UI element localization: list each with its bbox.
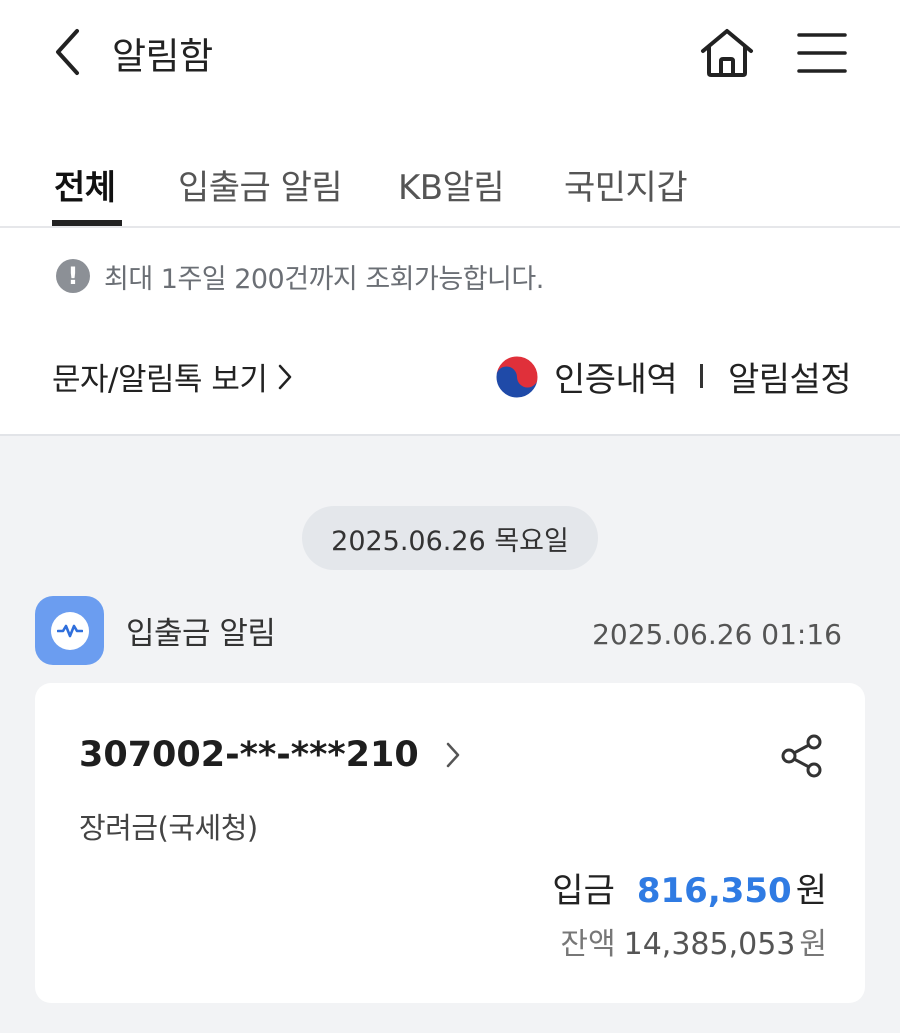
notice-text: 최대 1주일 200건까지 조회가능합니다. (104, 263, 544, 295)
deposit-unit: 원 (795, 871, 827, 911)
balance-unit: 원 (799, 927, 827, 962)
active-tab-indicator (52, 220, 122, 226)
back-button[interactable] (44, 24, 92, 80)
balance-label: 잔액 (560, 927, 616, 962)
balance-row: 잔액 14,385,053 원 (560, 919, 827, 963)
home-icon (701, 29, 753, 77)
account-number: 307002-**-***210 (79, 735, 419, 775)
notification-timestamp: 2025.06.26 01:16 (592, 618, 842, 651)
notification-card[interactable]: 307002-**-***210 장려금(국세청) 입금 816,350 원 잔… (35, 683, 865, 1003)
alert-settings-link[interactable]: 알림설정 (728, 352, 852, 401)
tab-kb-wallet[interactable]: 국민지갑 (564, 160, 688, 209)
link-divider (700, 364, 703, 388)
taegeuk-icon (495, 355, 539, 398)
account-link[interactable]: 307002-**-***210 (79, 735, 461, 775)
chevron-right-icon (445, 741, 461, 769)
home-button[interactable] (696, 24, 758, 82)
notification-source: 입출금 알림 (126, 616, 276, 652)
transaction-memo: 장려금(국세청) (79, 811, 258, 845)
menu-button[interactable] (794, 26, 850, 80)
tab-bar: 전체 입출금 알림 KB알림 국민지갑 (0, 150, 900, 228)
cert-history-label: 인증내역 (554, 360, 678, 400)
header-bar: 알림함 (0, 0, 900, 110)
balance-amount: 14,385,053 (623, 927, 796, 962)
deposit-row: 입금 816,350 원 (552, 863, 827, 912)
sms-view-label: 문자/알림톡 보기 (52, 362, 268, 398)
info-icon: ! (56, 259, 90, 293)
hamburger-menu-icon (797, 33, 847, 73)
sms-view-link[interactable]: 문자/알림톡 보기 (52, 354, 293, 399)
tab-kb-alerts[interactable]: KB알림 (398, 160, 505, 209)
share-button[interactable] (777, 731, 827, 781)
chevron-right-icon (277, 363, 293, 391)
share-icon (781, 734, 822, 778)
page-title: 알림함 (112, 35, 213, 78)
tab-deposit-withdrawal[interactable]: 입출금 알림 (178, 160, 343, 209)
date-header: 2025.06.26 목요일 (302, 506, 598, 570)
notice-row: ! 최대 1주일 200건까지 조회가능합니다. (56, 256, 544, 296)
deposit-amount: 816,350 (636, 871, 792, 911)
won-wave-icon (56, 624, 83, 637)
top-panel: 알림함 전체 입출금 알림 KB알림 국민지갑 ! 최대 1주일 200건까지 … (0, 0, 900, 436)
tab-all[interactable]: 전체 (54, 160, 116, 209)
cert-history-link[interactable]: 인증내역 (494, 352, 678, 401)
app-icon (35, 596, 104, 665)
links-row: 문자/알림톡 보기 인증내역 알림설정 (0, 350, 900, 404)
chevron-left-icon (56, 29, 79, 75)
deposit-label: 입금 (552, 871, 615, 911)
